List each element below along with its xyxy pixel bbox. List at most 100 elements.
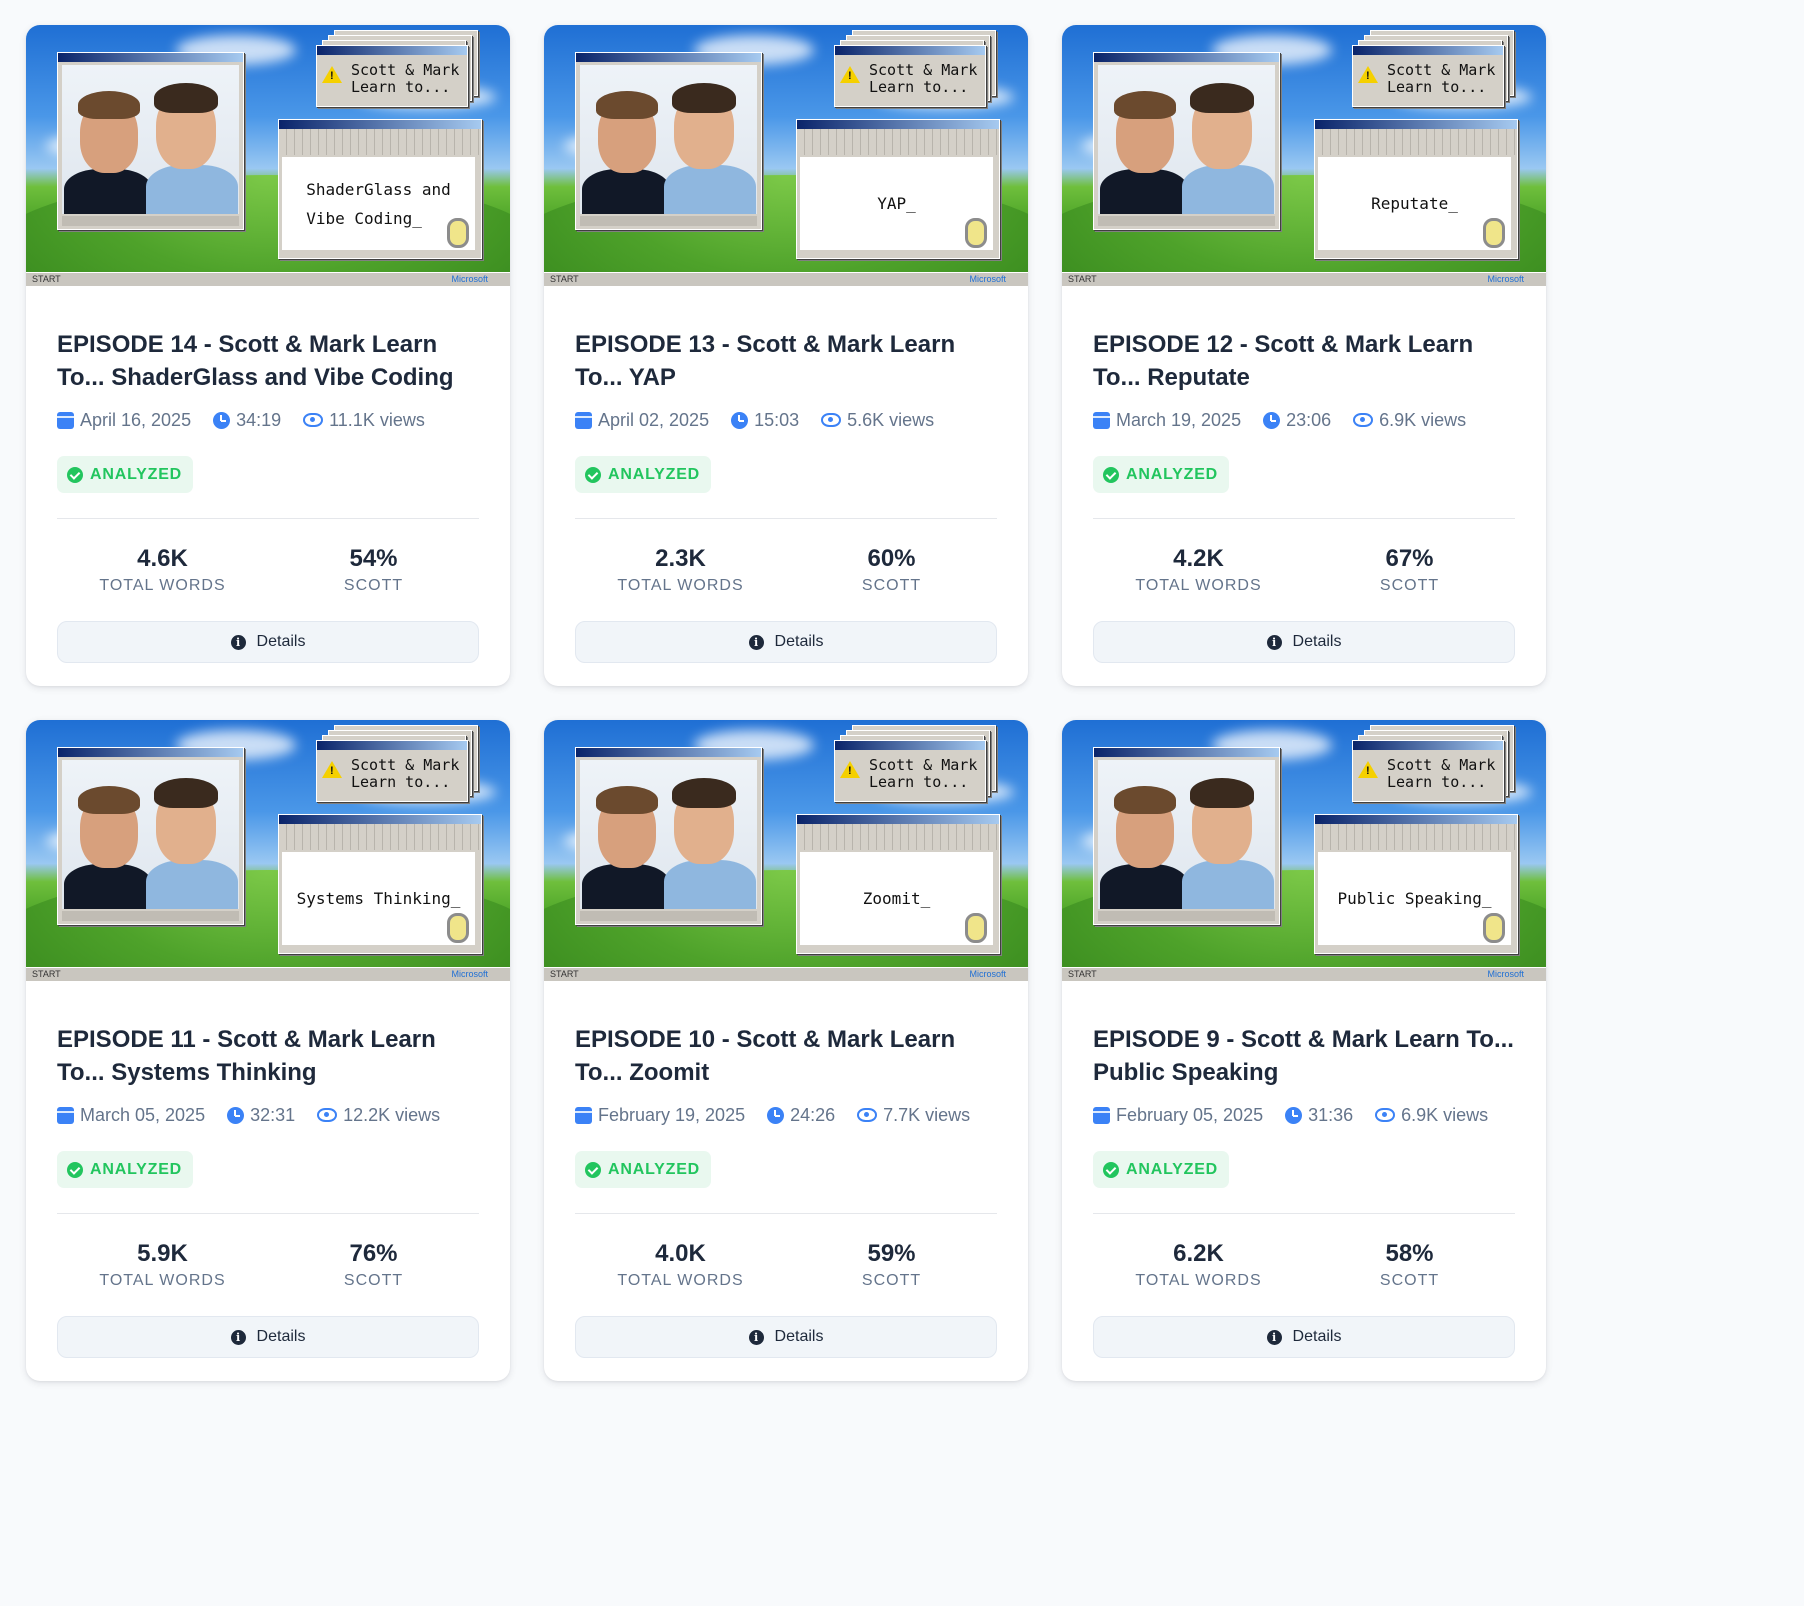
hosts-photo-window	[575, 52, 762, 230]
episode-thumbnail[interactable]: ! Scott & Mark Learn to... ShaderGlass a…	[26, 25, 510, 286]
episode-thumbnail[interactable]: ! Scott & Mark Learn to... YAP_ START Mi…	[544, 25, 1028, 286]
status-badge: ANALYZED	[575, 456, 712, 493]
total-words-stat: 4.0K TOTAL WORDS	[575, 1240, 786, 1290]
calendar-icon	[1093, 411, 1110, 429]
paperclip-assistant-icon	[447, 218, 469, 248]
episode-thumbnail[interactable]: ! Scott & Mark Learn to... Public Speaki…	[1062, 720, 1546, 981]
episode-title[interactable]: EPISODE 10 - Scott & Mark Learn To... Zo…	[575, 1023, 997, 1089]
episode-thumbnail[interactable]: ! Scott & Mark Learn to... Zoomit_ START…	[544, 720, 1028, 981]
episode-card[interactable]: ! Scott & Mark Learn to... Systems Think…	[26, 720, 510, 1381]
video-player-bar	[580, 911, 757, 921]
scott-share-stat: 59% SCOTT	[786, 1240, 997, 1290]
check-circle-icon	[1103, 1161, 1119, 1178]
episode-card[interactable]: ! Scott & Mark Learn to... YAP_ START Mi…	[544, 25, 1028, 686]
details-label: Details	[256, 633, 306, 650]
details-label: Details	[774, 1328, 824, 1345]
taskbar: START Microsoft	[544, 272, 1028, 286]
episode-date: April 16, 2025	[80, 409, 192, 430]
status-label: ANALYZED	[608, 465, 701, 483]
taskbar: START Microsoft	[544, 967, 1028, 981]
check-circle-icon	[585, 1161, 601, 1178]
eye-icon	[317, 1108, 338, 1122]
clock-icon	[767, 1106, 785, 1124]
episode-meta: March 19, 2025 23:06 6.9K views	[1093, 407, 1515, 433]
episode-title[interactable]: EPISODE 11 - Scott & Mark Learn To... Sy…	[57, 1023, 479, 1089]
episode-card[interactable]: ! Scott & Mark Learn to... ShaderGlass a…	[26, 25, 510, 686]
eye-icon	[857, 1108, 878, 1122]
start-label: START	[550, 969, 579, 979]
scott-share-stat: 76% SCOTT	[268, 1240, 479, 1290]
details-button[interactable]: i Details	[575, 1316, 997, 1358]
calendar-icon	[575, 411, 592, 429]
details-button[interactable]: i Details	[575, 621, 997, 663]
hosts-photo	[1098, 65, 1275, 214]
episode-views: 7.7K views	[883, 1104, 971, 1125]
episode-card[interactable]: ! Scott & Mark Learn to... Zoomit_ START…	[544, 720, 1028, 1381]
episode-meta: February 05, 2025 31:36 6.9K views	[1093, 1102, 1515, 1128]
error-dialog: ! Scott & Mark Learn to...	[834, 740, 986, 802]
episode-card[interactable]: ! Scott & Mark Learn to... Public Speaki…	[1062, 720, 1546, 1381]
info-icon: i	[1266, 634, 1282, 650]
scott-share-stat: 67% SCOTT	[1304, 545, 1515, 595]
error-dialog: ! Scott & Mark Learn to...	[316, 45, 468, 107]
details-label: Details	[774, 633, 824, 650]
check-circle-icon	[1103, 466, 1119, 483]
taskbar: START Microsoft	[26, 967, 510, 981]
total-words-value: 2.3K	[655, 545, 706, 572]
scott-share-label: SCOTT	[1379, 1272, 1440, 1289]
scott-share-value: 76%	[349, 1240, 398, 1267]
error-dialog: ! Scott & Mark Learn to...	[1352, 740, 1504, 802]
total-words-value: 6.2K	[1173, 1240, 1224, 1267]
episode-title[interactable]: EPISODE 12 - Scott & Mark Learn To... Re…	[1093, 328, 1515, 394]
episode-thumbnail[interactable]: ! Scott & Mark Learn to... Reputate_ STA…	[1062, 25, 1546, 286]
eye-icon	[1353, 413, 1374, 427]
divider	[1093, 518, 1515, 519]
episode-title[interactable]: EPISODE 13 - Scott & Mark Learn To... YA…	[575, 328, 997, 394]
stats-row: 6.2K TOTAL WORDS 58% SCOTT	[1093, 1240, 1515, 1290]
episode-date: March 19, 2025	[1116, 409, 1242, 430]
episode-title[interactable]: EPISODE 9 - Scott & Mark Learn To... Pub…	[1093, 1023, 1515, 1089]
total-words-label: TOTAL WORDS	[99, 577, 226, 594]
episode-meta: February 19, 2025 24:26 7.7K views	[575, 1102, 997, 1128]
total-words-label: TOTAL WORDS	[617, 577, 744, 594]
episode-thumbnail[interactable]: ! Scott & Mark Learn to... Systems Think…	[26, 720, 510, 981]
total-words-label: TOTAL WORDS	[1135, 577, 1262, 594]
microsoft-logo: Microsoft	[451, 969, 488, 979]
details-label: Details	[1292, 1328, 1342, 1345]
error-dialog: ! Scott & Mark Learn to...	[834, 45, 986, 107]
paperclip-assistant-icon	[965, 218, 987, 248]
scott-share-value: 60%	[867, 545, 916, 572]
episode-grid: ! Scott & Mark Learn to... ShaderGlass a…	[0, 0, 1568, 1381]
episode-views: 12.2K views	[343, 1104, 441, 1125]
start-label: START	[32, 969, 61, 979]
info-icon: i	[230, 1329, 246, 1345]
episode-meta: March 05, 2025 32:31 12.2K views	[57, 1102, 479, 1128]
stats-row: 4.0K TOTAL WORDS 59% SCOTT	[575, 1240, 997, 1290]
clock-icon	[227, 1106, 245, 1124]
details-button[interactable]: i Details	[1093, 1316, 1515, 1358]
hosts-photo-window	[575, 747, 762, 925]
scott-share-value: 59%	[867, 1240, 916, 1267]
word-processor-window: YAP_	[796, 119, 1000, 259]
episode-date: February 05, 2025	[1116, 1104, 1264, 1125]
details-label: Details	[256, 1328, 306, 1345]
scott-share-value: 54%	[349, 545, 398, 572]
info-icon: i	[748, 634, 764, 650]
episode-title[interactable]: EPISODE 14 - Scott & Mark Learn To... Sh…	[57, 328, 479, 394]
paperclip-assistant-icon	[1483, 218, 1505, 248]
microsoft-logo: Microsoft	[969, 274, 1006, 284]
stats-row: 2.3K TOTAL WORDS 60% SCOTT	[575, 545, 997, 595]
details-button[interactable]: i Details	[57, 1316, 479, 1358]
episode-card[interactable]: ! Scott & Mark Learn to... Reputate_ STA…	[1062, 25, 1546, 686]
info-icon: i	[748, 1329, 764, 1345]
episode-views: 6.9K views	[1401, 1104, 1489, 1125]
details-button[interactable]: i Details	[57, 621, 479, 663]
clock-icon	[1263, 411, 1281, 429]
total-words-label: TOTAL WORDS	[617, 1272, 744, 1289]
check-circle-icon	[585, 466, 601, 483]
start-label: START	[550, 274, 579, 284]
scott-share-stat: 60% SCOTT	[786, 545, 997, 595]
scott-share-label: SCOTT	[343, 1272, 404, 1289]
hosts-photo-window	[1093, 52, 1280, 230]
details-button[interactable]: i Details	[1093, 621, 1515, 663]
